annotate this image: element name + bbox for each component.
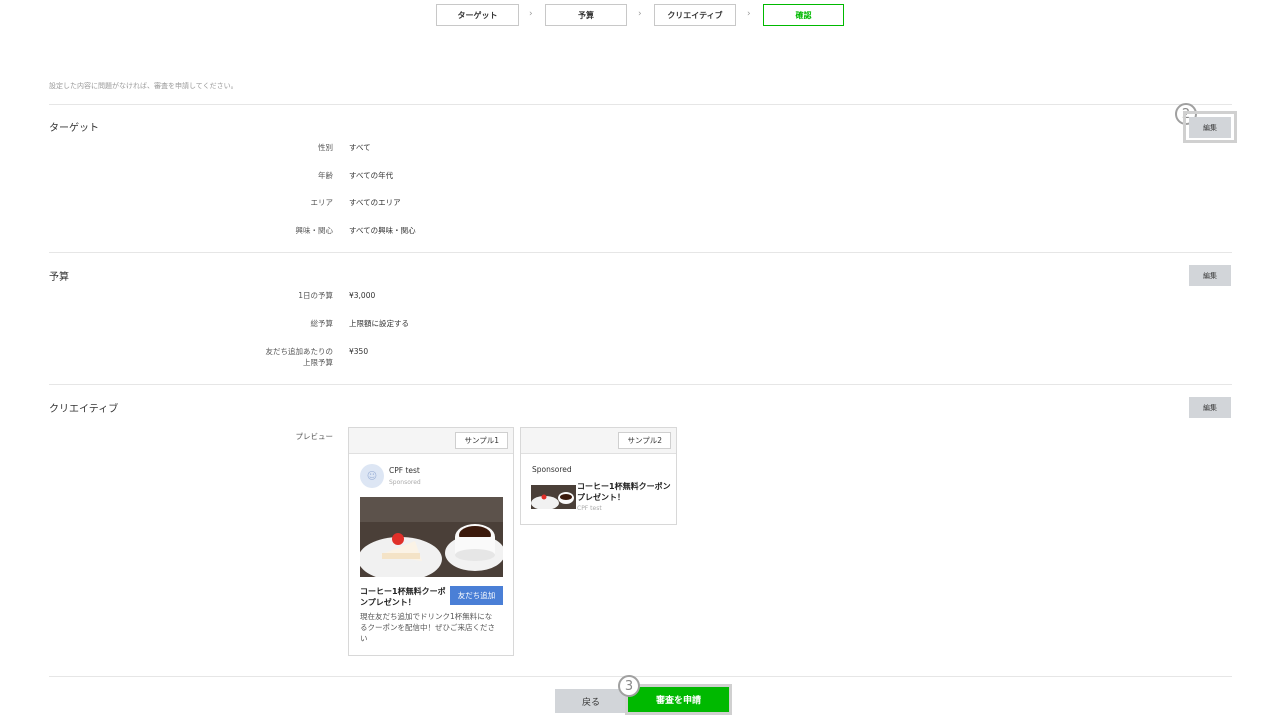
sponsored-label: Sponsored <box>532 465 572 474</box>
edit-creative-button[interactable]: 編集 <box>1189 397 1231 418</box>
ad-title-line: プレゼント！ <box>577 493 625 502</box>
divider <box>49 252 1232 253</box>
ad-photo-cake-coffee <box>360 497 503 577</box>
submit-highlight: 審査を申請 <box>625 684 732 715</box>
step-separator: › <box>529 9 533 19</box>
section-title-creative: クリエイティブ <box>49 404 119 415</box>
step-separator: › <box>638 9 642 19</box>
divider <box>49 384 1232 385</box>
step-confirm[interactable]: 確認 <box>763 4 844 26</box>
divider <box>49 104 1232 105</box>
section-title-target: ターゲット <box>49 123 99 134</box>
edit-target-button[interactable]: 編集 <box>1189 117 1231 138</box>
row-value-area: すべてのエリア <box>349 198 401 207</box>
account-name: CPF test <box>389 466 420 475</box>
card-header: サンプル1 <box>349 428 513 454</box>
edit-budget-button[interactable]: 編集 <box>1189 265 1231 286</box>
annotation-number-3: 3 <box>618 675 640 697</box>
preview-label: プレビュー <box>295 432 334 441</box>
row-value-cpf-limit: ¥350 <box>349 347 369 356</box>
row-value-daily-budget: ¥3,000 <box>349 291 376 300</box>
ad-description-line: い <box>360 634 368 643</box>
row-label-cpf-limit: 友だち追加あたりの <box>265 347 334 356</box>
preview-card-sample1: サンプル1 ☺ CPF test Sponsored コーヒー1杯無料クーポ ン… <box>348 427 514 656</box>
avatar-user-icon: ☺ <box>360 464 384 488</box>
ad-title-line: ンプレゼント！ <box>360 598 416 607</box>
row-value-total-budget: 上限額に設定する <box>349 319 409 328</box>
add-friend-button[interactable]: 友だち追加 <box>450 586 503 605</box>
ad-description-line: 現在友だち追加でドリンク1杯無料にな <box>360 612 493 621</box>
row-label-cpf-limit-2: 上限予算 <box>303 358 333 367</box>
step-creative[interactable]: クリエイティブ <box>654 4 736 26</box>
account-name: CPF test <box>577 505 602 512</box>
preview-card-sample2: サンプル2 Sponsored コーヒー1杯無料クーポン プレゼント！ CPF … <box>520 427 677 525</box>
ad-description-line: るクーポンを配信中！ぜひご来店くださ <box>360 623 495 632</box>
intro-text: 設定した内容に問題がなければ、審査を申請してください。 <box>49 82 238 90</box>
ad-title-line: コーヒー1杯無料クーポ <box>360 587 446 596</box>
card-header: サンプル2 <box>521 428 676 454</box>
row-label-daily-budget: 1日の予算 <box>298 291 333 300</box>
ad-thumbnail-cake-coffee <box>531 485 576 509</box>
section-title-budget: 予算 <box>49 272 69 283</box>
row-label-age: 年齢 <box>318 171 333 180</box>
stepper: ターゲット › 予算 › クリエイティブ › 確認 <box>0 4 1280 26</box>
back-button[interactable]: 戻る <box>555 689 627 713</box>
row-value-gender: すべて <box>349 143 371 152</box>
row-label-interest: 興味・関心 <box>295 226 334 235</box>
ad-title: コーヒー1杯無料クーポン プレゼント！ <box>577 481 673 503</box>
divider <box>49 676 1232 677</box>
ad-title-line: コーヒー1杯無料クーポン <box>577 482 671 491</box>
ad-description: 現在友だち追加でドリンク1杯無料にな るクーポンを配信中！ぜひご来店くださ い <box>360 611 510 644</box>
row-label-total-budget: 総予算 <box>310 319 334 328</box>
row-label-gender: 性別 <box>318 143 333 152</box>
row-value-interest: すべての興味・関心 <box>349 226 416 235</box>
submit-review-button[interactable]: 審査を申請 <box>628 687 729 712</box>
step-separator: › <box>747 9 751 19</box>
ad-title: コーヒー1杯無料クーポ ンプレゼント！ <box>360 586 450 608</box>
row-label-area: エリア <box>310 198 334 207</box>
sample1-button[interactable]: サンプル1 <box>455 432 508 449</box>
step-budget[interactable]: 予算 <box>545 4 627 26</box>
sample2-button[interactable]: サンプル2 <box>618 432 671 449</box>
row-value-age: すべての年代 <box>349 171 394 180</box>
step-target[interactable]: ターゲット <box>436 4 519 26</box>
account-sponsored: Sponsored <box>389 479 421 486</box>
